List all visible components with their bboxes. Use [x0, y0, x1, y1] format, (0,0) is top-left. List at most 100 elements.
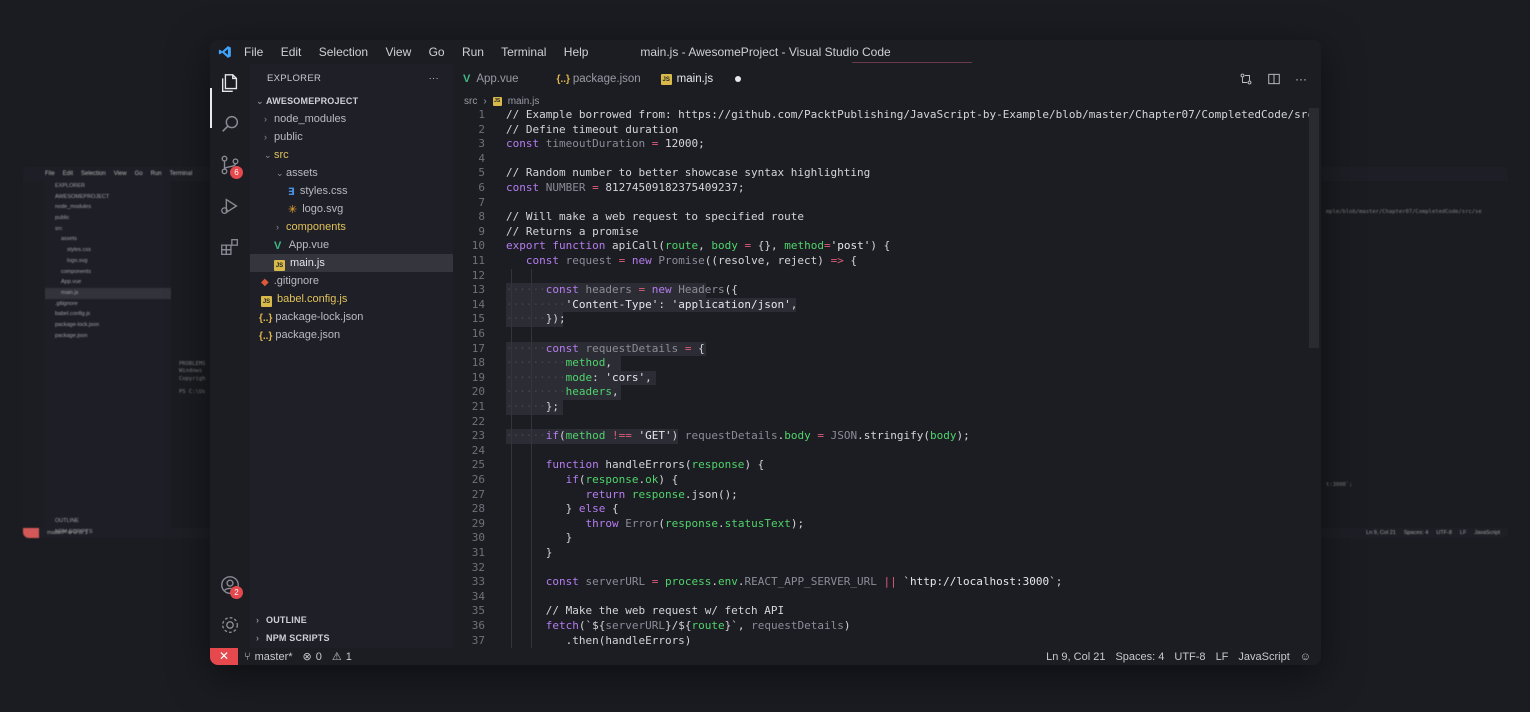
- code-line[interactable]: const request = new Promise((resolve, re…: [506, 254, 857, 267]
- js-file-icon: JS: [492, 96, 502, 106]
- code-line[interactable]: const timeoutDuration = 12000;: [506, 137, 705, 150]
- code-line[interactable]: export function apiCall(route, body = {}…: [506, 239, 890, 252]
- cursor-position[interactable]: Ln 9, Col 21: [1046, 651, 1105, 663]
- extensions-icon[interactable]: [219, 236, 241, 258]
- ghost-item: assets: [61, 236, 77, 243]
- tree-item-app-vue[interactable]: V App.vue: [250, 236, 453, 254]
- code-line[interactable]: // Returns a promise: [506, 225, 638, 238]
- tree-item-assets[interactable]: ⌄ assets: [250, 164, 453, 182]
- menu-terminal[interactable]: Terminal: [501, 45, 546, 59]
- tree-item-components[interactable]: › components: [250, 218, 453, 236]
- line-number: 37: [471, 633, 485, 647]
- indentation[interactable]: Spaces: 4: [1115, 651, 1164, 663]
- branch-name[interactable]: master*: [255, 651, 293, 663]
- tree-item-main-js[interactable]: JS main.js: [250, 254, 453, 272]
- code-line[interactable]: // Random number to better showcase synt…: [506, 166, 870, 179]
- code-line[interactable]: ······const headers = new Headers({: [506, 283, 738, 296]
- code-line[interactable]: ······};: [506, 400, 559, 413]
- line-number: 30: [471, 531, 485, 545]
- code-line[interactable]: // Make the web request w/ fetch API: [506, 604, 784, 617]
- indent-guide: [531, 268, 532, 648]
- code-line[interactable]: const serverURL = process.env.REACT_APP_…: [506, 575, 1063, 588]
- code-line[interactable]: fetch(`${serverURL}/${route}`, requestDe…: [506, 619, 851, 632]
- code-line[interactable]: ·········headers,: [506, 385, 619, 398]
- menu-selection[interactable]: Selection: [319, 45, 368, 59]
- npm-scripts-section[interactable]: › NPM SCRIPTS: [250, 629, 453, 647]
- code-line[interactable]: }: [506, 546, 553, 559]
- breadcrumb-file[interactable]: main.js: [508, 96, 540, 107]
- tab-main-js[interactable]: JS main.js: [651, 64, 751, 94]
- tab-package-json[interactable]: {..} package.json: [547, 64, 651, 94]
- search-icon[interactable]: [219, 113, 241, 135]
- ghost-menu-item: Edit: [62, 171, 74, 177]
- menu-help[interactable]: Help: [564, 45, 589, 59]
- project-folder[interactable]: ⌄ AWESOMEPROJECT: [250, 92, 453, 110]
- chevron-right-icon: ›: [264, 132, 267, 142]
- svg-file-icon: ✳: [288, 204, 298, 216]
- code-editor[interactable]: 1 // Example borrowed from: https://githu…: [453, 108, 1309, 648]
- tree-item-node-modules[interactable]: › node_modules: [250, 110, 453, 128]
- explorer-icon[interactable]: [219, 72, 241, 94]
- vue-file-icon: V: [463, 73, 471, 85]
- line-number: 31: [471, 546, 485, 559]
- tree-item-gitignore[interactable]: ◆ .gitignore: [250, 272, 453, 290]
- code-line[interactable]: // Example borrowed from: https://github…: [506, 108, 1309, 121]
- menu-run[interactable]: Run: [462, 45, 484, 59]
- code-line[interactable]: // Define timeout duration: [506, 123, 678, 136]
- feedback-icon[interactable]: ☺: [1300, 651, 1311, 663]
- code-line[interactable]: throw Error(response.statusText);: [506, 517, 804, 530]
- code-line[interactable]: ·········method,: [506, 356, 612, 369]
- code-line[interactable]: ······});: [506, 312, 566, 325]
- tree-item-src[interactable]: ⌄ src: [250, 146, 453, 164]
- code-line[interactable]: ······const requestDetails = {: [506, 342, 705, 355]
- chevron-right-icon: ›: [256, 615, 260, 625]
- ghost-item: EXPLORER: [55, 183, 85, 189]
- tree-item-package-lock[interactable]: {..} package-lock.json: [250, 308, 453, 326]
- remote-icon[interactable]: ✕: [210, 648, 238, 665]
- chevron-down-icon: ⌄: [264, 150, 272, 160]
- encoding[interactable]: UTF-8: [1174, 651, 1205, 663]
- json-file-icon: {..}: [556, 73, 570, 85]
- code-line[interactable]: ······if(method !== 'GET') requestDetail…: [506, 429, 970, 442]
- line-number: 13: [471, 283, 485, 297]
- code-line[interactable]: return response.json();: [506, 488, 737, 501]
- tree-item-logo-svg[interactable]: ✳ logo.svg: [250, 200, 453, 218]
- gear-icon[interactable]: [219, 614, 241, 636]
- tree-item-babel-config[interactable]: JS babel.config.js: [250, 290, 453, 308]
- tab-app-vue[interactable]: V App.vue: [453, 64, 529, 94]
- editor-scrollbar[interactable]: [1309, 108, 1319, 348]
- menu-go[interactable]: Go: [429, 45, 445, 59]
- line-number: 23: [471, 429, 485, 443]
- unsaved-dot-icon[interactable]: [735, 76, 742, 82]
- menu-edit[interactable]: Edit: [281, 45, 302, 59]
- tree-item-styles-css[interactable]: ∃ styles.css: [250, 182, 453, 200]
- js-file-icon: JS: [660, 73, 672, 85]
- code-line[interactable]: ·········'Content-Type': 'application/js…: [506, 298, 797, 311]
- compare-changes-icon[interactable]: [1239, 72, 1253, 86]
- tree-item-public[interactable]: › public: [250, 128, 453, 146]
- ghost-menu-item: Selection: [81, 171, 106, 177]
- warning-count[interactable]: 1: [346, 651, 352, 663]
- code-line[interactable]: } else {: [506, 502, 619, 515]
- split-editor-icon[interactable]: [1267, 72, 1281, 86]
- run-debug-icon[interactable]: [219, 195, 241, 217]
- more-actions-icon[interactable]: ···: [1295, 72, 1307, 86]
- language-mode[interactable]: JavaScript: [1238, 651, 1289, 663]
- error-count[interactable]: 0: [316, 651, 322, 663]
- tab-bar: V App.vue {..} package.json JS main.js ···: [453, 64, 1321, 94]
- outline-section[interactable]: › OUTLINE: [250, 611, 453, 629]
- line-ending[interactable]: LF: [1216, 651, 1229, 663]
- code-line[interactable]: ·········mode: 'cors',: [506, 371, 652, 384]
- chevron-right-icon: ›: [276, 222, 279, 232]
- explorer-more-icon[interactable]: ···: [429, 73, 439, 84]
- tree-item-package-json[interactable]: {..} package.json: [250, 326, 453, 344]
- code-line[interactable]: // Will make a web request to specified …: [506, 210, 804, 223]
- breadcrumb-folder[interactable]: src: [464, 96, 477, 107]
- code-line[interactable]: .then(handleErrors): [506, 634, 692, 647]
- code-line[interactable]: const NUMBER = 81274509182375409237;: [506, 181, 744, 194]
- code-line[interactable]: function handleErrors(response) {: [506, 458, 765, 471]
- menu-file[interactable]: File: [244, 45, 263, 59]
- code-line[interactable]: }: [506, 531, 573, 544]
- menu-view[interactable]: View: [385, 45, 411, 59]
- ghost-item: main.js: [45, 287, 171, 299]
